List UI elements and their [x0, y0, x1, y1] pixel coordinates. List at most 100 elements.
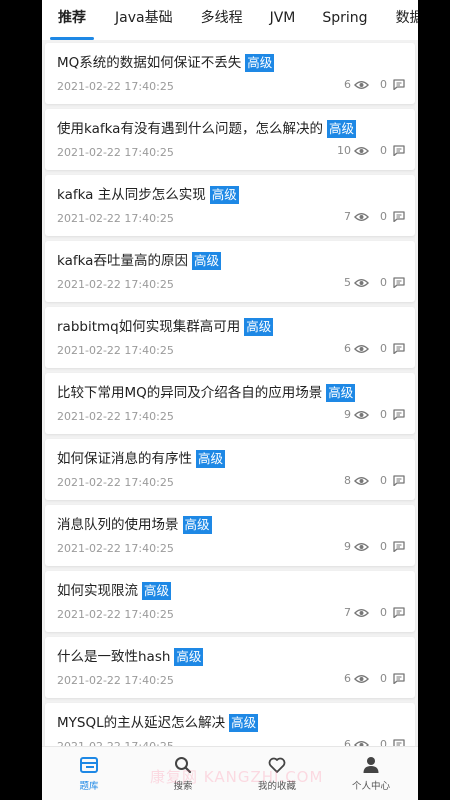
level-badge: 高级	[244, 318, 274, 336]
question-date: 2021-02-22 17:40:25	[57, 542, 174, 555]
comment-icon	[393, 79, 405, 90]
eye-icon	[354, 344, 369, 353]
nav-label-profile: 个人中心	[351, 781, 390, 792]
question-card[interactable]: 比较下常用MQ的异同及介绍各自的应用场景 高级 2021-02-22 17:40:2…	[45, 373, 415, 434]
comment-count: 0	[380, 342, 387, 355]
question-title: MYSQL的主从延迟怎么解决 高级	[57, 711, 259, 732]
question-card[interactable]: kafka吞吐量高的原因 高级 2021-02-22 17:40:25 5 0	[45, 241, 415, 302]
comment-count: 0	[380, 474, 387, 487]
question-title-text: 比较下常用MQ的异同及介绍各自的应用场景	[57, 385, 323, 401]
tab-spring[interactable]: Spring	[322, 0, 367, 40]
nav-label-favorites: 我的收藏	[257, 781, 296, 792]
eye-icon	[354, 278, 369, 287]
level-badge: 高级	[209, 186, 239, 204]
comment-count: 0	[380, 606, 387, 619]
view-count: 5	[344, 276, 351, 289]
nav-profile[interactable]: 个人中心	[324, 747, 418, 800]
comment-icon	[393, 343, 405, 354]
comment-icon	[393, 145, 405, 156]
question-title-text: MQ系统的数据如何保证不丢失	[57, 55, 242, 71]
heart-icon	[268, 757, 286, 773]
eye-icon	[354, 608, 369, 617]
comment-icon	[393, 541, 405, 552]
level-badge: 高级	[245, 54, 275, 72]
question-list: MQ系统的数据如何保证不丢失 高级 2021-02-22 17:40:25 6 0 使用k…	[42, 43, 418, 769]
question-date: 2021-02-22 17:40:25	[57, 410, 174, 423]
tab-recommend[interactable]: 推荐	[50, 0, 94, 40]
question-title-text: kafka 主从同步怎么实现	[57, 187, 206, 203]
question-title: 比较下常用MQ的异同及介绍各自的应用场景 高级	[57, 381, 356, 402]
question-card[interactable]: 如何实现限流 高级 2021-02-22 17:40:25 7 0	[45, 571, 415, 632]
level-badge: 高级	[191, 252, 221, 270]
view-count: 7	[344, 210, 351, 223]
tab-database[interactable]: 数据	[396, 0, 418, 40]
level-badge: 高级	[229, 714, 259, 732]
level-badge: 高级	[142, 582, 172, 600]
question-title-text: 如何保证消息的有序性	[57, 451, 192, 467]
eye-icon	[354, 674, 369, 683]
nav-label-question-bank: 题库	[79, 781, 99, 792]
question-title: MQ系统的数据如何保证不丢失 高级	[57, 51, 275, 72]
eye-icon	[354, 146, 369, 155]
question-date: 2021-02-22 17:40:25	[57, 476, 174, 489]
comment-icon	[393, 607, 405, 618]
question-stats: 70	[344, 606, 405, 619]
question-stats: 70	[344, 210, 405, 223]
question-title: 如何实现限流 高级	[57, 579, 172, 600]
question-stats: 60	[344, 342, 405, 355]
nav-label-search: 搜索	[173, 781, 193, 792]
nav-search[interactable]: 搜索	[136, 747, 230, 800]
view-count: 9	[344, 408, 351, 421]
question-title: 什么是一致性hash 高级	[57, 645, 204, 666]
question-date: 2021-02-22 17:40:25	[57, 278, 174, 291]
level-badge: 高级	[174, 648, 204, 666]
question-title: kafka 主从同步怎么实现 高级	[57, 183, 239, 204]
comment-count: 0	[380, 144, 387, 157]
question-date: 2021-02-22 17:40:25	[57, 212, 174, 225]
question-stats: 50	[344, 276, 405, 289]
question-stats: 90	[344, 408, 405, 421]
comment-icon	[393, 211, 405, 222]
question-date: 2021-02-22 17:40:25	[57, 674, 174, 687]
question-date: 2021-02-22 17:40:25	[57, 146, 174, 159]
eye-icon	[354, 80, 369, 89]
comment-count: 0	[380, 210, 387, 223]
comment-count: 0	[380, 540, 387, 553]
bottom-nav: 题库 搜索 我的收藏 个人中心	[42, 746, 418, 800]
view-count: 6	[344, 672, 351, 685]
question-card[interactable]: 使用kafka有没有遇到什么问题，怎么解决的 高级 2021-02-22 17:40…	[45, 109, 415, 170]
question-title-text: 如何实现限流	[57, 583, 138, 599]
comment-count: 0	[380, 408, 387, 421]
person-icon	[363, 757, 379, 773]
eye-icon	[354, 410, 369, 419]
app-screen: 推荐 Java基础 多线程 JVM Spring 数据 MQ系统的数据如何保证不…	[42, 0, 418, 800]
level-badge: 高级	[326, 384, 356, 402]
question-stats: 80	[344, 474, 405, 487]
question-card[interactable]: MQ系统的数据如何保证不丢失 高级 2021-02-22 17:40:25 6 0	[45, 43, 415, 104]
question-card[interactable]: 如何保证消息的有序性 高级 2021-02-22 17:40:25 8 0	[45, 439, 415, 500]
eye-icon	[354, 212, 369, 221]
comment-icon	[393, 277, 405, 288]
question-card[interactable]: 什么是一致性hash 高级 2021-02-22 17:40:25 6 0	[45, 637, 415, 698]
category-tabs: 推荐 Java基础 多线程 JVM Spring 数据	[42, 0, 418, 40]
question-card[interactable]: 消息队列的使用场景 高级 2021-02-22 17:40:25 9 0	[45, 505, 415, 566]
comment-icon	[393, 409, 405, 420]
view-count: 6	[344, 342, 351, 355]
view-count: 8	[344, 474, 351, 487]
tab-java-basics[interactable]: Java基础	[115, 0, 173, 40]
nav-question-bank[interactable]: 题库	[42, 747, 136, 800]
question-title: 使用kafka有没有遇到什么问题，怎么解决的 高级	[57, 117, 356, 138]
question-title: kafka吞吐量高的原因 高级	[57, 249, 221, 270]
question-date: 2021-02-22 17:40:25	[57, 608, 174, 621]
question-title-text: rabbitmq如何实现集群高可用	[57, 319, 241, 335]
comment-count: 0	[380, 276, 387, 289]
question-card[interactable]: rabbitmq如何实现集群高可用 高级 2021-02-22 17:40:25 6 0	[45, 307, 415, 368]
question-title-text: kafka吞吐量高的原因	[57, 253, 188, 269]
question-title: 消息队列的使用场景 高级	[57, 513, 212, 534]
question-stats: 60	[344, 672, 405, 685]
question-card[interactable]: kafka 主从同步怎么实现 高级 2021-02-22 17:40:25 7 0	[45, 175, 415, 236]
tab-multithreading[interactable]: 多线程	[201, 0, 243, 40]
question-stats: 10 0	[337, 144, 405, 157]
tab-jvm[interactable]: JVM	[270, 0, 296, 40]
nav-favorites[interactable]: 我的收藏	[230, 747, 324, 800]
